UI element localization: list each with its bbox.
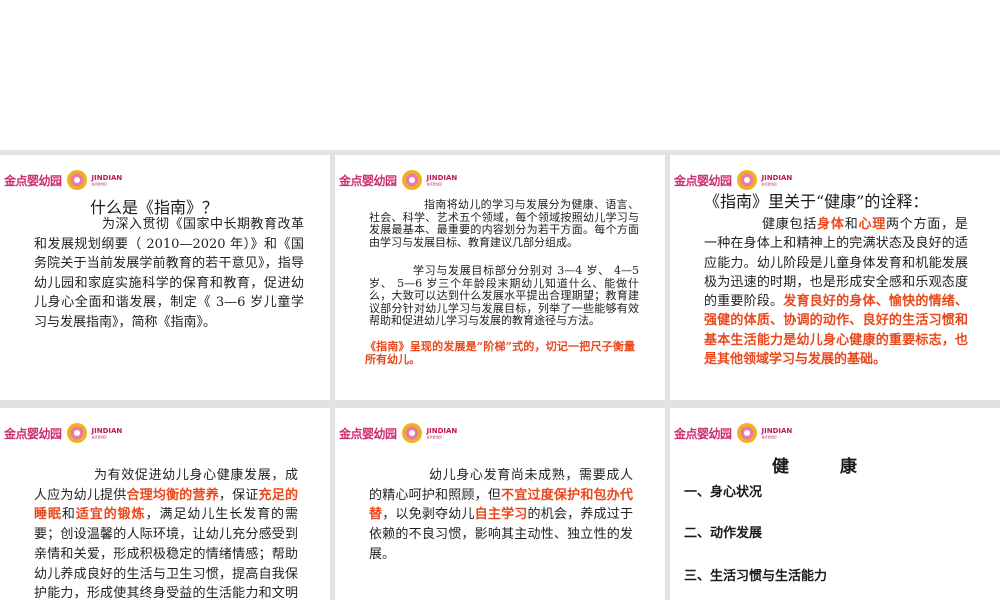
jindian-emblem-icon xyxy=(736,423,757,443)
slide-paragraph: 健康包括身体和心理两个方面，是一种在身体上和精神上的完满状态及良好的适应能力。幼… xyxy=(704,215,968,369)
logo-brand-sub: 金点婴幼园 xyxy=(761,181,777,186)
slide-overprotection[interactable]: 金点婴幼园 JINDIAN 金点婴幼园 幼儿身心发育尚未成熟，需要成人的精心呵护… xyxy=(335,408,665,600)
slide-title: 健 康 xyxy=(772,457,857,477)
outline-item: 一、身心状况 xyxy=(684,485,763,500)
outline-item: 二、动作发展 xyxy=(684,526,763,541)
text-run: ，保证 xyxy=(218,487,259,503)
highlight-nutrition: 合理均衡的营养 xyxy=(126,487,219,503)
slide-adult-role[interactable]: 金点婴幼园 JINDIAN 金点婴幼园 为有效促进幼儿身心健康发展，成人应为幼儿… xyxy=(0,408,330,600)
text-run: 健康包括 xyxy=(762,217,818,232)
jindian-logo: 金点婴幼园 JINDIAN 金点婴幼园 xyxy=(4,168,144,192)
jindian-emblem-icon xyxy=(66,170,87,190)
jindian-logo: 金点婴幼园 JINDIAN 金点婴幼园 xyxy=(674,421,814,445)
logo-text: 金点婴幼园 xyxy=(674,426,732,441)
slide-title: 《指南》里关于“健康”的诠释： xyxy=(704,192,929,211)
logo-brand: JINDIAN xyxy=(761,426,793,435)
logo-brand: JINDIAN xyxy=(426,426,458,435)
logo-brand-sub: 金点婴幼园 xyxy=(426,181,442,186)
slide-health-outline[interactable]: 金点婴幼园 JINDIAN 金点婴幼园 健 康 一、身心状况 二、动作发展 三、… xyxy=(670,408,1000,600)
logo-brand-sub: 金点婴幼园 xyxy=(761,434,777,439)
slide-paragraph: 为有效促进幼儿身心健康发展，成人应为幼儿提供合理均衡的营养，保证充足的睡眠和适宜… xyxy=(34,466,298,600)
logo-brand: JINDIAN xyxy=(91,173,123,182)
jindian-emblem-icon xyxy=(401,423,422,443)
jindian-logo: 金点婴幼园 JINDIAN 金点婴幼园 xyxy=(339,168,479,192)
slide-health-definition[interactable]: 金点婴幼园 JINDIAN 金点婴幼园 《指南》里关于“健康”的诠释： 健康包括… xyxy=(670,155,1000,400)
highlight-body: 身体 xyxy=(817,217,845,232)
text-run: 和 xyxy=(61,507,76,523)
slide-guide-structure[interactable]: 金点婴幼园 JINDIAN 金点婴幼园 指南将幼儿的学习与发展分为健康、语言、社… xyxy=(335,155,665,400)
logo-text: 金点婴幼园 xyxy=(339,426,397,441)
text-run: 和 xyxy=(844,217,859,232)
slide-what-is-guide[interactable]: 金点婴幼园 JINDIAN 金点婴幼园 什么是《指南》？ 为深入贯彻《国家中长期… xyxy=(0,155,330,400)
slide-paragraph: 幼儿身心发育尚未成熟，需要成人的精心呵护和照顾，但不宜过度保护和包办代替，以免剥… xyxy=(369,466,633,565)
logo-text: 金点婴幼园 xyxy=(4,173,62,188)
jindian-emblem-icon xyxy=(401,170,422,190)
logo-brand: JINDIAN xyxy=(761,173,793,182)
logo-brand-sub: 金点婴幼园 xyxy=(91,181,107,186)
logo-brand-sub: 金点婴幼园 xyxy=(91,434,107,439)
logo-brand: JINDIAN xyxy=(426,173,458,182)
highlight-exercise: 适宜的锻炼 xyxy=(75,507,146,523)
slide-paragraph-goals: 学习与发展目标部分分别对 3—4 岁、 4—5 岁、 5—6 岁三个年龄段末期幼… xyxy=(369,264,639,327)
jindian-emblem-icon xyxy=(66,423,87,443)
slide-note: 《指南》呈现的发展是“阶梯”式的，切记一把尺子衡量所有幼儿。 xyxy=(365,340,635,366)
jindian-logo: 金点婴幼园 JINDIAN 金点婴幼园 xyxy=(339,421,479,445)
highlight-mind: 心理 xyxy=(858,217,887,232)
outline-item: 三、生活习惯与生活能力 xyxy=(684,569,828,584)
jindian-logo: 金点婴幼园 JINDIAN 金点婴幼园 xyxy=(4,421,144,445)
logo-brand: JINDIAN xyxy=(91,426,123,435)
slide-paragraph: 为深入贯彻《国家中长期教育改革和发展规划纲要（ 2010—2020 年）》和《国… xyxy=(34,217,304,330)
highlight-self-learning: 自主学习 xyxy=(474,507,528,523)
logo-brand-sub: 金点婴幼园 xyxy=(426,434,442,439)
text-run: ，以免剥夺幼儿 xyxy=(382,507,475,523)
slide-paragraph-domains: 指南将幼儿的学习与发展分为健康、语言、社会、科学、艺术五个领域，每个领域按照幼儿… xyxy=(369,198,639,249)
logo-text: 金点婴幼园 xyxy=(4,426,62,441)
logo-text: 金点婴幼园 xyxy=(674,173,732,188)
logo-text: 金点婴幼园 xyxy=(339,173,397,188)
